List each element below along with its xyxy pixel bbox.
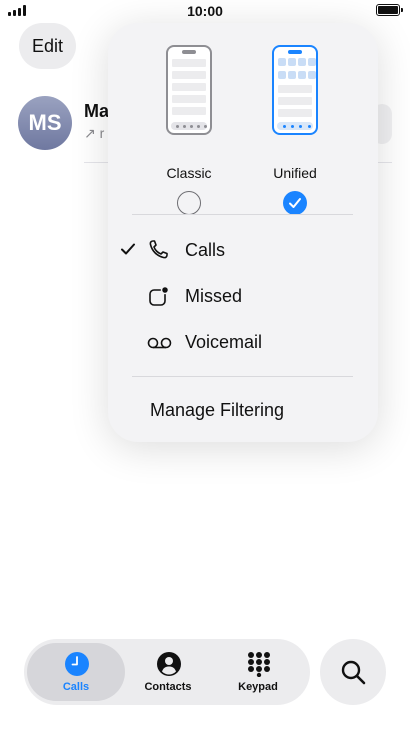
filter-label-missed: Missed [185,286,243,306]
unified-layout-preview-icon [272,45,318,135]
classic-radio[interactable] [177,191,201,215]
battery-icon [376,4,403,16]
clock-icon [65,652,89,676]
filter-item-calls[interactable]: Calls [108,231,378,271]
filter-item-voicemail[interactable]: Voicemail [108,323,378,363]
menu-divider [132,376,353,377]
manage-filtering-button[interactable]: Manage Filtering [150,400,284,421]
layout-option-unified[interactable]: Unified [250,45,340,215]
status-time: 10:00 [187,3,223,19]
phone-screen: 10:00 Edit MS Ma ↗ r Classic Unified Cal… [0,0,410,729]
avatar: MS [18,96,72,150]
unified-radio[interactable] [283,191,307,215]
tab-bar: Calls Contacts Keypad [24,639,310,705]
tab-label-calls: Calls [62,681,90,693]
keypad-icon [248,652,270,677]
menu-divider [132,214,353,215]
missed-badge-icon [149,285,170,306]
voicemail-icon [147,337,172,349]
call-direction-label: ↗ r [84,125,105,141]
tab-contacts[interactable]: Contacts [119,643,217,701]
checkmark-icon [289,198,301,208]
checkmark-icon [121,243,135,255]
filter-label-calls: Calls [185,240,226,260]
phone-icon [149,240,168,259]
tab-label-keypad: Keypad [238,681,278,693]
filter-label-voicemail: Voicemail [185,332,263,352]
contact-name: Ma [84,101,110,121]
layout-option-classic[interactable]: Classic [144,45,234,215]
classic-layout-preview-icon [166,45,212,135]
status-bar: 10:00 [0,0,410,22]
layout-label-unified: Unified [273,165,317,181]
search-icon [341,660,366,685]
tab-calls[interactable]: Calls [27,643,125,701]
edit-button[interactable]: Edit [19,23,76,69]
search-button[interactable] [320,639,386,705]
tab-keypad[interactable]: Keypad [209,643,307,701]
layout-label-classic: Classic [166,165,212,181]
person-circle-icon [157,652,181,676]
filter-menu: Classic Unified Calls Missed Voicemail M… [108,23,378,442]
tab-label-contacts: Contacts [144,681,192,693]
filter-item-missed[interactable]: Missed [108,277,378,317]
